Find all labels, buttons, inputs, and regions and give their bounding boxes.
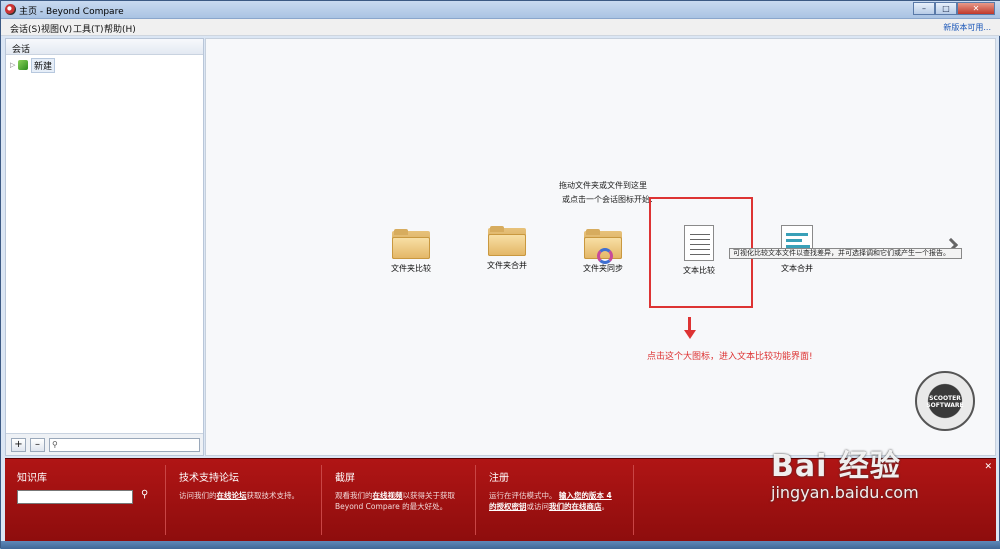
- folder-icon: [392, 229, 430, 259]
- new-session-icon: [18, 60, 28, 70]
- app-icon: [5, 4, 16, 15]
- divider: [321, 465, 322, 535]
- scooter-software-seal: SCOOTER SOFTWARE: [915, 371, 975, 431]
- forum-section: 技术支持论坛 访问我们的在线论坛获取技术支持。: [179, 469, 299, 501]
- seal-text: SCOOTER SOFTWARE: [926, 395, 964, 409]
- maximize-button[interactable]: □: [935, 2, 957, 15]
- register-title: 注册: [489, 473, 509, 484]
- tree-item-label: 新建: [31, 57, 56, 73]
- baidu-watermark: Bai 经验 jingyan.baidu.com: [771, 441, 919, 502]
- divider: [633, 465, 634, 535]
- folder-sync-icon: [584, 229, 622, 264]
- menu-tools[interactable]: 工具(T): [73, 22, 104, 35]
- sessions-sidebar: 会话 ▷ 新建 + – ⚲: [5, 38, 204, 456]
- license-key-link[interactable]: 的授权密钥: [489, 502, 527, 511]
- search-icon: ⚲: [52, 440, 58, 449]
- sidebar-header: 会话: [6, 39, 203, 55]
- screencast-text: 观看我们的在线视频以获得关于获取 Beyond Compare 的最大好处。: [335, 491, 455, 511]
- close-panel-icon[interactable]: ✕: [984, 462, 992, 472]
- window-controls: – □ ✕: [913, 2, 995, 16]
- menu-session[interactable]: 会话(S): [10, 22, 41, 35]
- watermark-brand: Bai 经验: [771, 449, 901, 484]
- watermark-url: jingyan.baidu.com: [771, 483, 919, 502]
- divider: [165, 465, 166, 535]
- remove-session-button[interactable]: –: [30, 438, 45, 452]
- title-bar: 主页 - Beyond Compare – □ ✕: [1, 1, 1000, 19]
- tile-folder-sync[interactable]: 文件夹同步: [563, 229, 643, 274]
- kb-search-input[interactable]: [17, 490, 133, 504]
- knowledge-base-section: 知识库 ⚲: [17, 469, 148, 504]
- license-link[interactable]: 输入您的版本 4: [559, 491, 612, 500]
- kb-title: 知识库: [17, 473, 47, 484]
- app-window: 主页 - Beyond Compare – □ ✕ 会话(S) 视图(V) 工具…: [0, 0, 1000, 549]
- search-icon[interactable]: ⚲: [141, 489, 148, 500]
- menu-bar: 会话(S) 视图(V) 工具(T) 帮助(H) 新版本可用...: [1, 19, 1000, 36]
- expand-arrow-icon[interactable]: ▷: [10, 61, 18, 69]
- drop-hint-line2: 或点击一个会话图标开始:: [562, 195, 653, 204]
- drop-hint-line1: 拖动文件夹或文件到这里: [559, 181, 647, 190]
- forum-title: 技术支持论坛: [179, 473, 239, 484]
- annotation-arrowhead-icon: [684, 330, 696, 339]
- folder-icon: [488, 226, 526, 256]
- close-button[interactable]: ✕: [957, 2, 995, 15]
- sidebar-footer: + – ⚲: [6, 433, 203, 455]
- video-link[interactable]: 在线视频: [373, 491, 403, 500]
- tile-label: 文件夹合并: [487, 261, 527, 270]
- annotation-arrow-icon: [688, 317, 691, 331]
- tree-item-new[interactable]: ▷ 新建: [10, 57, 56, 73]
- forum-link[interactable]: 在线论坛: [217, 491, 247, 500]
- forum-text: 访问我们的在线论坛获取技术支持。: [179, 491, 299, 500]
- window-title: 主页 - Beyond Compare: [19, 7, 124, 17]
- add-session-button[interactable]: +: [11, 438, 26, 452]
- new-version-link[interactable]: 新版本可用...: [943, 22, 991, 33]
- tile-label: 文件夹同步: [583, 264, 623, 273]
- annotation-text: 点击这个大图标，进入文本比较功能界面!: [647, 352, 813, 362]
- register-text: 运行在评估模式中。 输入您的版本 4 的授权密钥或访问我们的在线商店。: [489, 491, 612, 511]
- divider: [475, 465, 476, 535]
- tile-tooltip: 可视化比较文本文件以查找差异，并可选择调和它们或产生一个报告。: [729, 248, 962, 259]
- menu-view[interactable]: 视图(V): [41, 22, 72, 35]
- minimize-button[interactable]: –: [913, 2, 935, 15]
- screencast-title: 截屏: [335, 473, 355, 484]
- screencast-section: 截屏 观看我们的在线视频以获得关于获取 Beyond Compare 的最大好处。: [335, 469, 455, 512]
- tile-folder-merge[interactable]: 文件夹合并: [467, 226, 547, 271]
- menu-help[interactable]: 帮助(H): [104, 22, 136, 35]
- session-search-input[interactable]: ⚲: [49, 438, 200, 452]
- store-link[interactable]: 我们的在线商店: [549, 502, 602, 511]
- tile-label: 文件夹比较: [391, 264, 431, 273]
- tile-folder-compare[interactable]: 文件夹比较: [371, 229, 451, 274]
- register-section: 注册 运行在评估模式中。 输入您的版本 4 的授权密钥或访问我们的在线商店。: [489, 469, 612, 512]
- tile-label: 文本合并: [781, 264, 813, 273]
- home-panel: 拖动文件夹或文件到这里 或点击一个会话图标开始: 文件夹比较 文件夹合并 文件夹…: [205, 38, 996, 456]
